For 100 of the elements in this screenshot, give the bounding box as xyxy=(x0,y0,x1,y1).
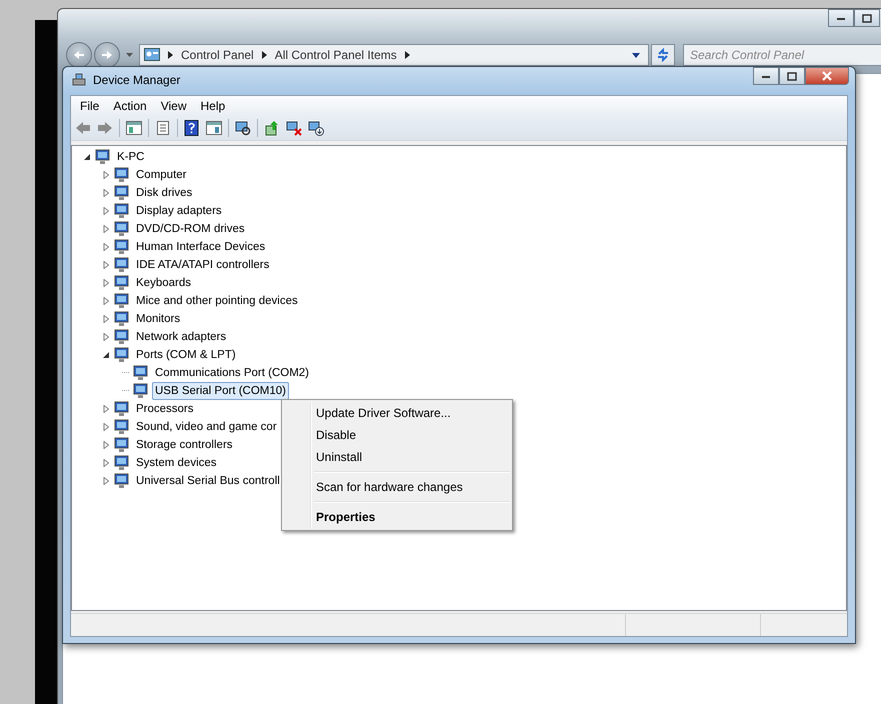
expand-arrow-icon[interactable] xyxy=(103,261,110,269)
device-icon xyxy=(113,329,130,345)
device-icon xyxy=(113,257,130,273)
maximize-button[interactable] xyxy=(854,9,880,27)
expand-arrow-icon[interactable] xyxy=(103,441,110,449)
device-icon xyxy=(113,347,130,363)
uninstall-device-icon[interactable] xyxy=(286,120,302,136)
expand-arrow-icon[interactable] xyxy=(103,459,110,467)
device-icon xyxy=(132,365,149,381)
update-driver-icon[interactable] xyxy=(264,120,280,136)
tree-item[interactable]: IDE ATA/ATAPI controllers xyxy=(133,256,272,274)
dropdown-arrow-icon[interactable] xyxy=(632,52,640,58)
tree-item[interactable]: System devices xyxy=(133,454,220,472)
collapse-arrow-icon[interactable] xyxy=(84,153,91,161)
menu-item[interactable]: Properties xyxy=(284,506,510,528)
expand-arrow-icon[interactable] xyxy=(103,477,110,485)
menu-item[interactable]: View xyxy=(154,99,194,113)
close-button[interactable] xyxy=(805,67,849,85)
device-icon xyxy=(113,203,130,219)
forward-arrow-icon[interactable] xyxy=(97,121,113,135)
breadcrumb-arrow-icon[interactable] xyxy=(404,51,410,59)
tree-item[interactable]: USB Serial Port (COM10) xyxy=(152,382,290,400)
menu-item[interactable]: Action xyxy=(106,99,154,113)
help-icon[interactable] xyxy=(184,120,200,136)
expand-arrow-icon[interactable] xyxy=(103,207,110,215)
breadcrumb[interactable]: Control Panel xyxy=(181,48,254,62)
collapse-arrow-icon[interactable] xyxy=(103,351,110,359)
device-icon xyxy=(113,185,130,201)
device-icon xyxy=(113,437,130,453)
tree-item[interactable]: Monitors xyxy=(133,310,184,328)
expand-arrow-icon[interactable] xyxy=(103,225,110,233)
device-icon xyxy=(113,221,130,237)
tree-item[interactable]: Processors xyxy=(133,400,197,418)
expand-arrow-icon[interactable] xyxy=(103,189,110,197)
control-panel-icon xyxy=(144,48,160,62)
minimize-icon xyxy=(836,15,846,21)
expand-arrow-icon[interactable] xyxy=(103,297,110,305)
device-icon xyxy=(113,455,130,471)
device-icon xyxy=(113,275,130,291)
expand-arrow-icon[interactable] xyxy=(103,405,110,413)
device-icon xyxy=(113,167,130,183)
expand-arrow-icon[interactable] xyxy=(103,315,110,323)
properties-sheet-icon[interactable] xyxy=(155,121,171,135)
tree-item[interactable]: Human Interface Devices xyxy=(133,238,268,256)
window-panel-icon[interactable] xyxy=(206,121,222,135)
tree-item[interactable]: Disk drives xyxy=(133,184,196,202)
device-icon xyxy=(113,293,130,309)
minimize-button[interactable] xyxy=(828,9,854,27)
forward-button[interactable] xyxy=(94,42,120,68)
tree-item[interactable]: Network adapters xyxy=(133,328,230,346)
breadcrumb-arrow-icon[interactable] xyxy=(168,51,173,59)
tree-item[interactable]: Sound, video and game cor xyxy=(133,418,280,436)
device-icon xyxy=(113,473,130,489)
device-icon xyxy=(113,419,130,435)
maximize-icon xyxy=(787,72,797,80)
menu-item[interactable]: Help xyxy=(194,99,232,113)
minimize-icon xyxy=(761,73,771,79)
device-icon xyxy=(113,239,130,255)
menu-item[interactable]: Scan for hardware changes xyxy=(284,476,510,498)
back-button[interactable] xyxy=(66,42,92,68)
menu-item[interactable]: Update Driver Software... xyxy=(284,402,510,424)
tree-item[interactable]: Communications Port (COM2) xyxy=(152,364,312,382)
expand-arrow-icon[interactable] xyxy=(103,423,110,431)
forward-arrow-icon xyxy=(101,50,113,60)
enable-device-icon[interactable] xyxy=(308,120,324,136)
tree-item[interactable]: Display adapters xyxy=(133,202,225,220)
address-bar[interactable]: Control Panel All Control Panel Items xyxy=(139,44,649,66)
expand-arrow-icon[interactable] xyxy=(103,333,110,341)
menu-item[interactable]: File xyxy=(73,99,106,113)
tree-item[interactable]: K-PC xyxy=(114,148,148,166)
menu-item[interactable]: Disable xyxy=(284,424,510,446)
back-arrow-icon[interactable] xyxy=(75,121,91,135)
device-icon xyxy=(132,383,149,399)
tree-item[interactable]: Storage controllers xyxy=(133,436,236,454)
maximize-icon xyxy=(862,14,872,22)
refresh-button[interactable] xyxy=(651,44,675,66)
expand-arrow-icon[interactable] xyxy=(103,171,110,179)
back-arrow-icon xyxy=(73,50,85,60)
menu-item[interactable]: Uninstall xyxy=(284,446,510,468)
expand-arrow-icon[interactable] xyxy=(103,243,110,251)
search-field[interactable]: Search Control Panel xyxy=(683,44,881,66)
expand-arrow-icon[interactable] xyxy=(103,279,110,287)
breadcrumb-arrow-icon[interactable] xyxy=(262,51,267,59)
window-title: Device Manager xyxy=(93,73,180,87)
tree-item[interactable]: Keyboards xyxy=(133,274,194,292)
scan-monitor-icon[interactable] xyxy=(235,120,251,136)
refresh-icon xyxy=(656,48,670,62)
tree-item[interactable]: Mice and other pointing devices xyxy=(133,292,301,310)
tree-item[interactable]: Computer xyxy=(133,166,190,184)
device-manager-icon xyxy=(71,73,87,87)
tree-item[interactable]: Ports (COM & LPT) xyxy=(133,346,239,364)
maximize-button[interactable] xyxy=(779,67,805,85)
minimize-button[interactable] xyxy=(753,67,779,85)
window-panel-icon[interactable] xyxy=(126,121,142,135)
breadcrumb[interactable]: All Control Panel Items xyxy=(274,48,397,62)
close-icon xyxy=(821,71,833,81)
tree-item[interactable]: DVD/CD-ROM drives xyxy=(133,220,248,238)
tree-item[interactable]: Universal Serial Bus controll xyxy=(133,472,283,490)
device-icon xyxy=(94,149,111,165)
device-icon xyxy=(113,311,130,327)
